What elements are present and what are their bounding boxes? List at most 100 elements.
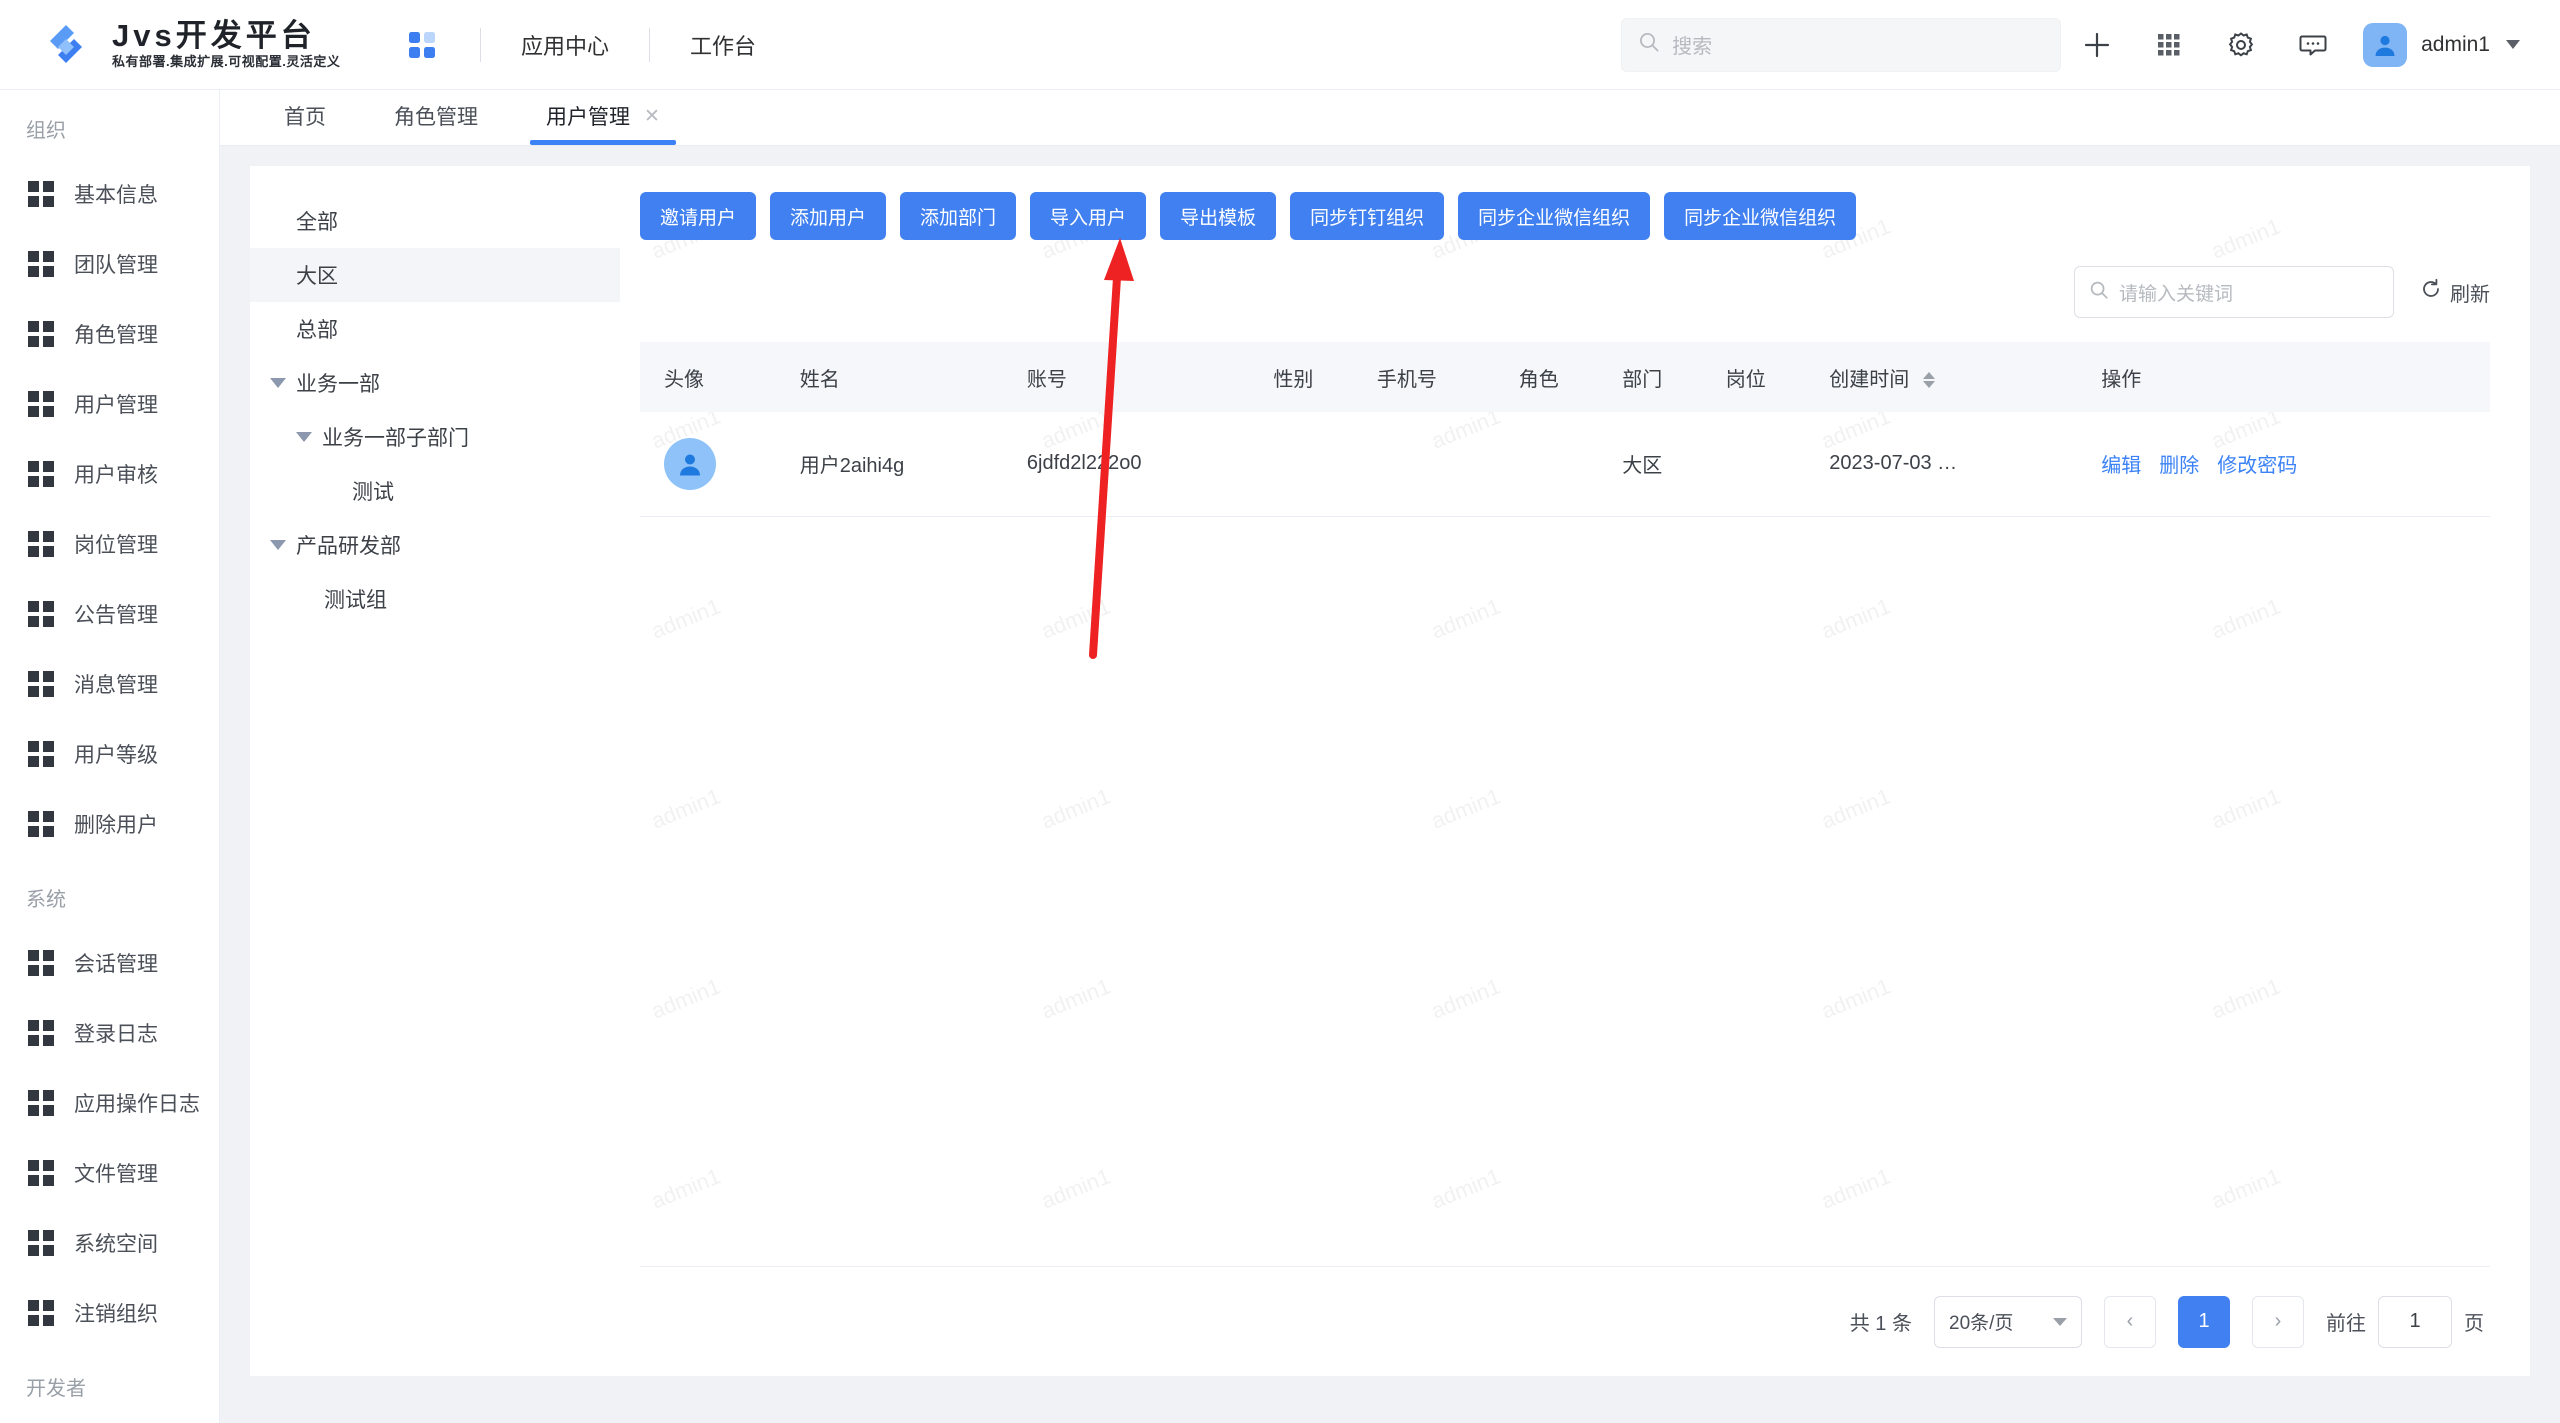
next-page-button[interactable]: › xyxy=(2252,1295,2304,1348)
tree-node-all[interactable]: 全部 xyxy=(250,194,620,248)
brand-logo[interactable]: Jvs开发平台 私有部署.集成扩展.可视配置.灵活定义 xyxy=(0,0,360,90)
keyword-search-input[interactable]: 请输入关键词 xyxy=(2074,266,2394,318)
sidebar-item-user-level[interactable]: 用户等级 xyxy=(0,719,219,789)
nav-item-workbench[interactable]: 工作台 xyxy=(686,29,760,61)
tab-role-management[interactable]: 角色管理 xyxy=(360,101,512,145)
sync-wecom-org-button[interactable]: 同步企业微信组织 xyxy=(1458,192,1651,240)
refresh-button[interactable]: 刷新 xyxy=(2420,278,2490,307)
cell-position xyxy=(1711,412,1816,517)
global-search-input[interactable]: 搜索 xyxy=(1621,17,2062,72)
grid-icon xyxy=(28,1090,54,1116)
sync-dingtalk-org-button[interactable]: 同步钉钉组织 xyxy=(1290,192,1445,240)
add-user-button[interactable]: 添加用户 xyxy=(770,192,887,240)
sort-icon[interactable] xyxy=(1922,372,1935,389)
sidebar-item-position-mgmt[interactable]: 岗位管理 xyxy=(0,509,219,579)
sidebar-item-session-mgmt[interactable]: 会话管理 xyxy=(0,928,219,998)
nav-item-app-center[interactable]: 应用中心 xyxy=(517,29,613,61)
chevron-down-icon[interactable] xyxy=(296,432,312,442)
change-password-link[interactable]: 修改密码 xyxy=(2217,449,2297,478)
sidebar-item-role-mgmt[interactable]: 角色管理 xyxy=(0,299,219,369)
cell-department: 大区 xyxy=(1608,412,1712,517)
tree-node-business-dept-1[interactable]: 业务一部 xyxy=(250,356,620,410)
tab-user-management[interactable]: 用户管理 ✕ xyxy=(512,101,694,145)
cell-role xyxy=(1504,412,1609,517)
sidebar-item-label: 文件管理 xyxy=(74,1163,158,1186)
apps-grid-icon[interactable] xyxy=(400,23,444,67)
sidebar-item-file-mgmt[interactable]: 文件管理 xyxy=(0,1138,219,1208)
add-department-button[interactable]: 添加部门 xyxy=(900,192,1017,240)
sidebar-item-label: 注销组织 xyxy=(74,1303,158,1326)
tree-node-label: 全部 xyxy=(296,211,338,234)
tree-node-label: 测试 xyxy=(352,481,394,504)
row-action-links: 编辑 删除 修改密码 xyxy=(2101,449,2490,478)
close-icon[interactable]: ✕ xyxy=(644,107,660,126)
tab-label: 用户管理 xyxy=(546,106,630,129)
sidebar-item-delete-user[interactable]: 删除用户 xyxy=(0,789,219,859)
sidebar-item-app-operation-log[interactable]: 应用操作日志 xyxy=(0,1068,219,1138)
sync-wecom-org-button-2[interactable]: 同步企业微信组织 xyxy=(1664,192,1857,240)
sidebar-item-basic-info[interactable]: 基本信息 xyxy=(0,159,219,229)
export-template-button[interactable]: 导出模板 xyxy=(1160,192,1277,240)
sidebar-item-message-mgmt[interactable]: 消息管理 xyxy=(0,649,219,719)
sidebar-item-wechat-msg-template[interactable]: 公众号消息模板 xyxy=(0,1417,219,1423)
tab-label: 角色管理 xyxy=(394,106,478,129)
tree-node-label: 总部 xyxy=(296,319,338,342)
tab-home[interactable]: 首页 xyxy=(250,101,360,145)
user-table-region: 邀请用户 添加用户 添加部门 导入用户 导出模板 同步钉钉组织 同步企业微信组织… xyxy=(620,166,2530,1376)
user-menu[interactable]: admin1 xyxy=(2363,22,2520,67)
tree-node-test-group[interactable]: 测试组 xyxy=(250,572,620,626)
sidebar-item-label: 岗位管理 xyxy=(74,534,158,557)
column-created-at[interactable]: 创建时间 xyxy=(1815,342,2088,412)
page-number-1[interactable]: 1 xyxy=(2178,1295,2230,1348)
grid-icon xyxy=(28,251,54,277)
global-search-placeholder: 搜索 xyxy=(1672,36,1713,58)
sidebar-item-deregister-org[interactable]: 注销组织 xyxy=(0,1278,219,1348)
tree-node-label: 大区 xyxy=(296,265,338,288)
content-area: admin1 admin1 admin1 admin1 admin1 admin… xyxy=(220,146,2560,1423)
page-size-select[interactable]: 20条/页 xyxy=(1934,1295,2082,1348)
main-pane: 首页 角色管理 用户管理 ✕ admin1 admin1 admin1 admi… xyxy=(220,90,2560,1423)
sidebar-item-announcement-mgmt[interactable]: 公告管理 xyxy=(0,579,219,649)
cell-gender xyxy=(1259,412,1363,517)
search-icon xyxy=(2089,280,2109,305)
page-jump-input[interactable]: 1 xyxy=(2378,1295,2452,1348)
grid-icon xyxy=(28,531,54,557)
plus-icon[interactable] xyxy=(2061,15,2133,75)
chat-icon[interactable] xyxy=(2277,15,2349,75)
tree-node-test[interactable]: 测试 xyxy=(250,464,620,518)
grid-icon xyxy=(28,1300,54,1326)
sidebar-item-team-mgmt[interactable]: 团队管理 xyxy=(0,229,219,299)
chevron-down-icon[interactable] xyxy=(270,540,286,550)
table-row[interactable]: 用户2aihi4g 6jdfd2l222o0 大区 2023-07-03 … 编… xyxy=(640,412,2490,517)
chevron-down-icon xyxy=(2053,1317,2067,1326)
column-phone: 手机号 xyxy=(1362,342,1505,412)
sidebar-item-label: 基本信息 xyxy=(74,184,158,207)
tree-node-product-rd[interactable]: 产品研发部 xyxy=(250,518,620,572)
tree-node-headquarters[interactable]: 总部 xyxy=(250,302,620,356)
department-tree[interactable]: 全部 大区 总部 业务一部 业务一部子部门 测试 产品研发部 测试组 xyxy=(250,166,620,1376)
total-count-label: 共 1 条 xyxy=(1849,1313,1912,1335)
import-user-button[interactable]: 导入用户 xyxy=(1030,192,1147,240)
invite-user-button[interactable]: 邀请用户 xyxy=(640,192,757,240)
cell-avatar xyxy=(640,412,786,517)
grid-icon xyxy=(28,950,54,976)
delete-link[interactable]: 删除 xyxy=(2159,449,2199,478)
tree-node-business-dept-1-sub[interactable]: 业务一部子部门 xyxy=(250,410,620,464)
sidebar-item-label: 删除用户 xyxy=(74,814,158,837)
grid-icon xyxy=(28,1230,54,1256)
sidebar[interactable]: 组织 基本信息 团队管理 角色管理 用户管理 用户审核 岗位管理 公告管理 消息… xyxy=(0,90,220,1423)
sidebar-item-system-space[interactable]: 系统空间 xyxy=(0,1208,219,1278)
sidebar-item-login-log[interactable]: 登录日志 xyxy=(0,998,219,1068)
prev-page-button[interactable]: ‹ xyxy=(2104,1295,2156,1348)
gear-icon[interactable] xyxy=(2205,15,2277,75)
sidebar-item-user-audit[interactable]: 用户审核 xyxy=(0,439,219,509)
sidebar-item-user-mgmt[interactable]: 用户管理 xyxy=(0,369,219,439)
grid-menu-icon[interactable] xyxy=(2133,15,2205,75)
edit-link[interactable]: 编辑 xyxy=(2101,449,2141,478)
grid-icon xyxy=(28,461,54,487)
column-position: 岗位 xyxy=(1711,342,1816,412)
tree-node-daqu[interactable]: 大区 xyxy=(250,248,620,302)
page-jump: 前往 1 页 xyxy=(2326,1295,2484,1348)
grid-icon xyxy=(28,391,54,417)
chevron-down-icon[interactable] xyxy=(270,378,286,388)
